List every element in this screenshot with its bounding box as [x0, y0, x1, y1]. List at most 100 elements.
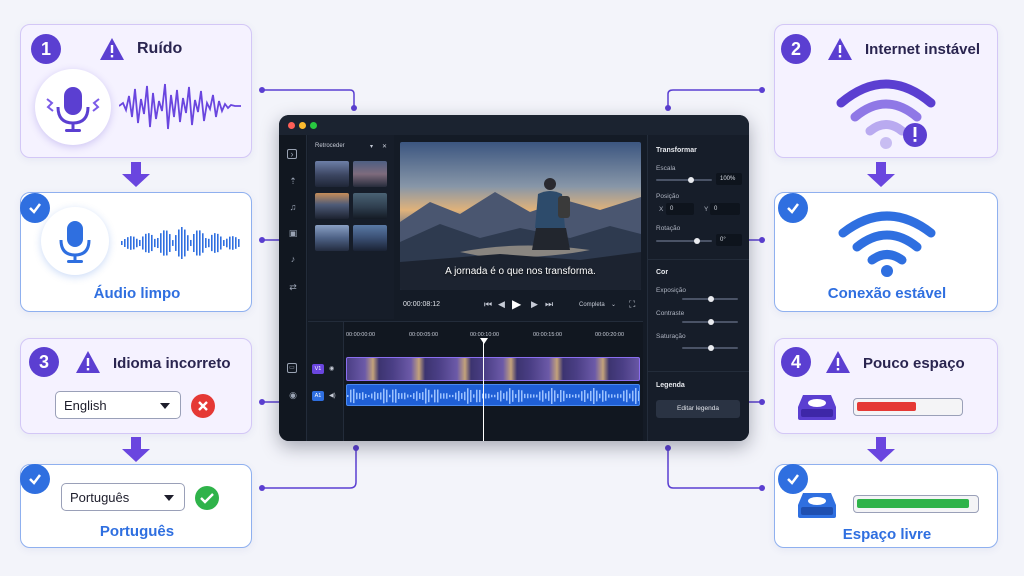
- error-close-icon: [191, 394, 215, 418]
- success-check-icon: [195, 486, 219, 510]
- step-forward-button[interactable]: ▶: [531, 299, 538, 310]
- media-thumbnail[interactable]: [353, 193, 387, 219]
- solution-title: Espaço livre: [842, 526, 932, 543]
- window-minimize-button[interactable]: [299, 122, 306, 129]
- problem-card-noise: 1 Ruído: [20, 24, 252, 158]
- solution-card-portuguese: Português Português: [20, 464, 252, 548]
- scale-label: Escala: [656, 165, 676, 172]
- arrow-down-icon: [122, 437, 150, 462]
- arrow-down-icon: [867, 162, 895, 187]
- skip-back-button[interactable]: ⏮: [484, 299, 492, 310]
- playhead[interactable]: [483, 338, 484, 441]
- timeline-panel: 00:00:00:00 00:00:05:00 00:00:10:00 00:0…: [308, 321, 643, 441]
- upload-icon[interactable]: ⇡: [287, 175, 299, 187]
- library-title: Retroceder: [315, 143, 345, 149]
- window-maximize-button[interactable]: [310, 122, 317, 129]
- video-preview[interactable]: A jornada é o que nos transforma.: [400, 142, 641, 290]
- exposure-label: Exposição: [656, 287, 686, 294]
- pos-x-field[interactable]: 0: [666, 203, 694, 215]
- transition-icon[interactable]: ⇄: [287, 281, 299, 293]
- music-icon[interactable]: ♫: [287, 201, 299, 213]
- noisy-waveform: [119, 83, 241, 130]
- wifi-unstable-icon: [836, 79, 936, 149]
- media-thumbnail[interactable]: [353, 225, 387, 251]
- left-toolbar: › ⇡ ♫ ▣ ♪ ⇄ ▭ ◉: [279, 135, 307, 441]
- import-icon[interactable]: ›: [287, 149, 297, 159]
- media-thumbnail[interactable]: [315, 193, 349, 219]
- warning-icon: [828, 38, 852, 60]
- contrast-slider-knob[interactable]: [708, 319, 714, 325]
- scale-slider[interactable]: [656, 179, 712, 181]
- pos-y-field[interactable]: 0: [710, 203, 740, 215]
- subtitle-heading: Legenda: [656, 382, 685, 389]
- problem-card-language: 3 Idioma incorreto English: [20, 338, 252, 434]
- inspector-panel: Transformar Escala 100% Posição X 0 Y 0 …: [647, 135, 749, 441]
- window-close-button[interactable]: [288, 122, 295, 129]
- timeline-tick: 00:00:00:00: [346, 332, 376, 338]
- step-number-badge: 4: [781, 347, 811, 377]
- check-icon: [778, 464, 808, 494]
- clean-waveform: [121, 227, 240, 259]
- color-heading: Cor: [656, 269, 669, 276]
- media-thumbnail[interactable]: [353, 161, 387, 187]
- step-number-badge: 3: [29, 347, 59, 377]
- media-thumbnail[interactable]: [315, 225, 349, 251]
- solution-card-clean-audio: Áudio limpo: [20, 192, 252, 312]
- select-value: English: [64, 397, 107, 413]
- quality-select[interactable]: Completa: [579, 302, 605, 308]
- storage-bar-free: [853, 495, 979, 513]
- microphone-icon: [41, 207, 109, 275]
- timeline-tick: 00:00:20:00: [595, 332, 625, 338]
- step-back-button[interactable]: ◀: [498, 299, 505, 310]
- media-library-panel: Retroceder ✕ ▾: [308, 135, 394, 319]
- image-icon[interactable]: ▣: [287, 227, 299, 239]
- audio-waveform: [347, 388, 639, 404]
- library-close-icon[interactable]: ✕: [382, 143, 387, 150]
- audio-clip[interactable]: [346, 384, 640, 406]
- rotation-label: Rotação: [656, 225, 681, 232]
- pos-y-label: Y: [704, 206, 709, 213]
- scale-slider-knob[interactable]: [688, 177, 694, 183]
- hard-drive-icon: [798, 493, 836, 518]
- subtitle-icon[interactable]: ▭: [287, 363, 297, 373]
- eye-icon[interactable]: ◉: [287, 389, 299, 401]
- chevron-down-icon[interactable]: ⌄: [611, 301, 616, 308]
- video-clip[interactable]: [346, 357, 640, 381]
- solution-card-stable-connection: Conexão estável: [774, 192, 998, 312]
- rotation-slider[interactable]: [656, 240, 712, 242]
- volume-icon[interactable]: ◀): [329, 392, 336, 399]
- rotation-slider-knob[interactable]: [694, 238, 700, 244]
- microphone-noisy-icon: [35, 69, 111, 145]
- language-select-correct[interactable]: Português: [61, 483, 185, 511]
- chevron-down-icon: [164, 495, 174, 501]
- step-number-badge: 1: [31, 34, 61, 64]
- video-editor-window: › ⇡ ♫ ▣ ♪ ⇄ ▭ ◉ Retroceder ✕ ▾ A jornada…: [279, 115, 749, 441]
- rotation-value-field[interactable]: 0°: [716, 234, 742, 246]
- title-bar: [279, 115, 749, 135]
- media-thumbnail[interactable]: [315, 161, 349, 187]
- pos-x-label: X: [659, 206, 664, 213]
- track-visibility-icon[interactable]: ◉: [329, 365, 334, 372]
- skip-forward-button[interactable]: ⏭: [545, 299, 553, 310]
- audio-note-icon[interactable]: ♪: [287, 253, 299, 265]
- solution-title: Conexão estável: [827, 285, 947, 302]
- problem-card-storage: 4 Pouco espaço: [774, 338, 998, 434]
- arrow-down-icon: [867, 437, 895, 462]
- scale-value-field[interactable]: 100%: [716, 173, 742, 185]
- exposure-slider-knob[interactable]: [708, 296, 714, 302]
- arrow-down-icon: [122, 162, 150, 187]
- video-caption: A jornada é o que nos transforma.: [445, 266, 596, 277]
- track-label-audio: A1: [312, 391, 324, 401]
- problem-title: Internet instável: [865, 41, 981, 58]
- saturation-slider-knob[interactable]: [708, 345, 714, 351]
- storage-bar-low: [853, 398, 963, 416]
- chevron-down-icon: [160, 403, 170, 409]
- library-options-icon[interactable]: ▾: [370, 143, 373, 150]
- fullscreen-icon[interactable]: ⛶: [629, 299, 635, 310]
- language-select-wrong[interactable]: English: [55, 391, 181, 419]
- playhead-handle[interactable]: [480, 338, 488, 344]
- edit-subtitle-button[interactable]: Editar legenda: [656, 400, 740, 418]
- solution-card-free-space: Espaço livre: [774, 464, 998, 548]
- play-button[interactable]: ▶: [512, 297, 521, 311]
- check-icon: [20, 464, 50, 494]
